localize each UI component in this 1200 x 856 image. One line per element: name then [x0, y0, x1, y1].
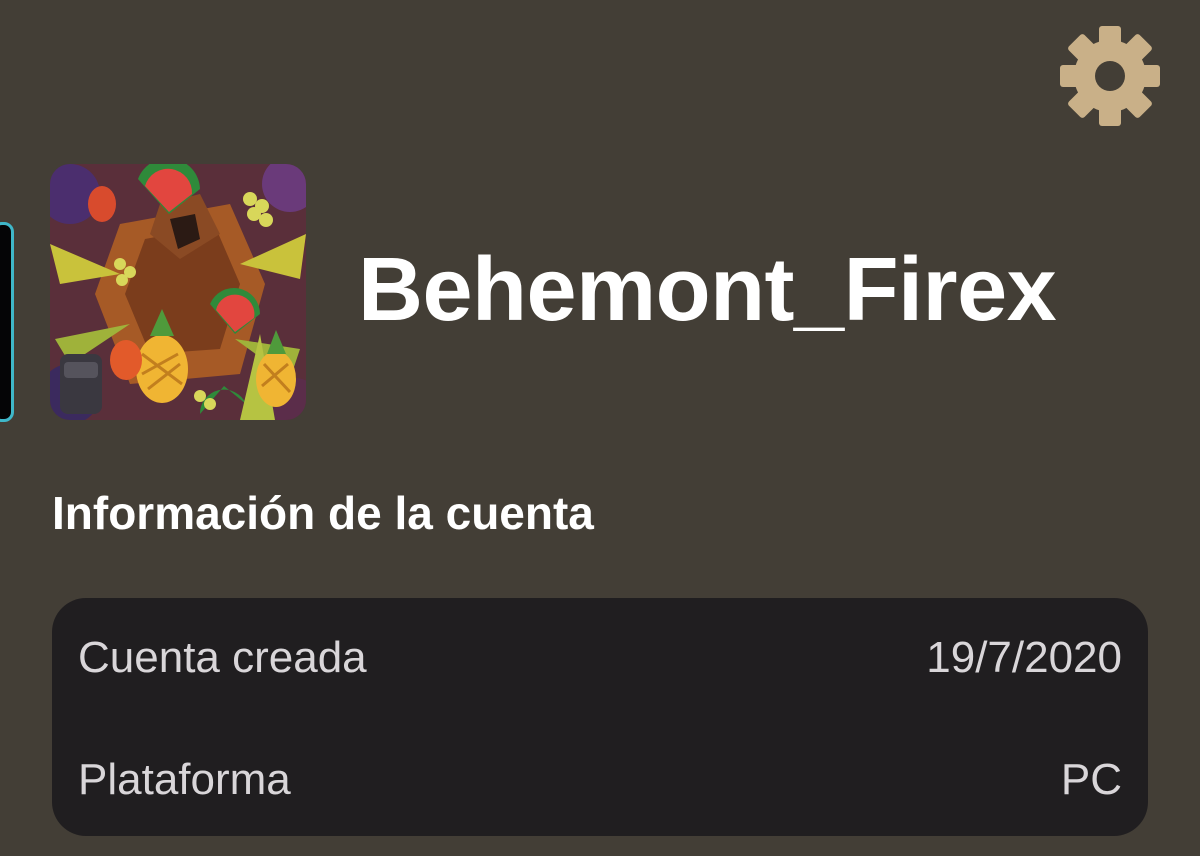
profile-avatar[interactable] [50, 164, 306, 420]
info-value-platform: PC [1060, 755, 1122, 804]
side-panel-tab[interactable] [0, 222, 14, 422]
settings-button[interactable] [1058, 24, 1162, 128]
info-row-created: Cuenta creada 19/7/2020 [78, 628, 1122, 688]
info-value-created: 19/7/2020 [926, 633, 1122, 682]
info-label-platform: Plataforma [78, 755, 291, 804]
username: Behemont_Firex [358, 240, 1057, 340]
account-info-title: Información de la cuenta [52, 487, 594, 539]
gear-icon [1060, 26, 1160, 126]
info-row-platform: Plataforma PC [78, 750, 1122, 810]
info-label-created: Cuenta creada [78, 633, 367, 682]
account-info-card: Cuenta creada 19/7/2020 Plataforma PC [52, 598, 1148, 836]
fruit-warrior-avatar-image [50, 164, 306, 420]
